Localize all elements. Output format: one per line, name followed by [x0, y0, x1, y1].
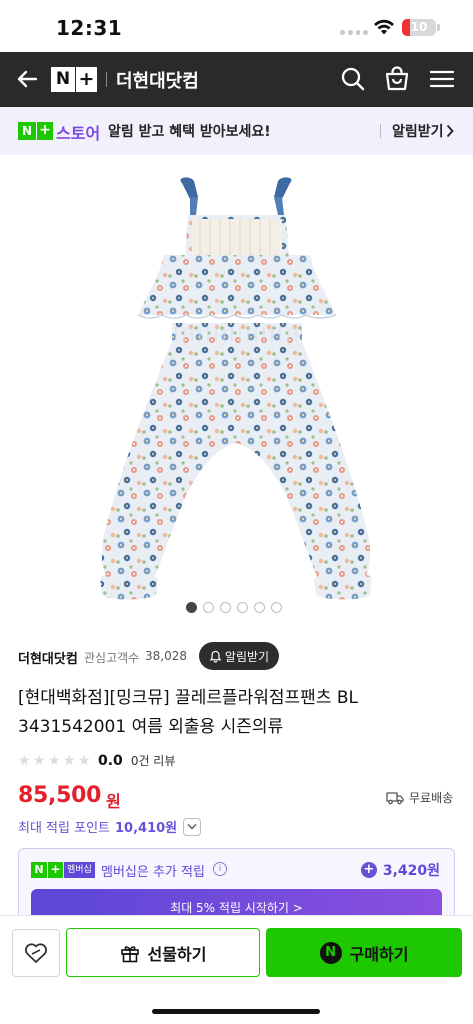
battery-tip — [437, 24, 440, 31]
shopping-bag-icon[interactable] — [382, 64, 412, 94]
home-indicator[interactable] — [152, 1009, 320, 1014]
menu-icon[interactable] — [427, 64, 457, 94]
carousel-indicator — [186, 602, 282, 613]
shipping-label: 무료배송 — [409, 791, 454, 805]
truck-icon — [386, 791, 404, 804]
banner-store-label: 스토어 — [56, 124, 101, 143]
back-arrow-icon[interactable] — [12, 64, 42, 94]
points-row[interactable]: 최대 적립 포인트 10,410원 — [18, 817, 202, 836]
star-icon: ★ — [33, 752, 46, 769]
gift-icon — [120, 945, 139, 962]
carousel-dot-5[interactable] — [254, 602, 265, 613]
carousel-dot-4[interactable] — [237, 602, 248, 613]
chevron-down-icon — [187, 824, 197, 830]
star-icon: ★ — [18, 752, 31, 769]
seller-fans-label: 관심고객수 — [84, 651, 140, 665]
membership-amount: + 3,420원 — [360, 860, 440, 880]
points-expand-button[interactable] — [183, 817, 202, 836]
signal-icon — [340, 29, 368, 35]
gift-button[interactable]: 선물하기 — [66, 928, 260, 977]
wifi-icon — [374, 19, 394, 35]
badge-plus: + — [37, 122, 53, 140]
bottom-action-bar: 선물하기 N 구매하기 — [0, 915, 473, 1024]
seller-alarm-button[interactable]: 알림받기 — [199, 642, 279, 670]
review-count[interactable]: 0건 리뷰 — [131, 752, 176, 769]
membership-amount-value: 3,420원 — [382, 863, 440, 879]
membership-badge-plus: + — [48, 862, 63, 878]
buy-button[interactable]: N 구매하기 — [266, 928, 462, 977]
logo-n: N — [51, 67, 75, 92]
rating-value: 0.0 — [98, 752, 123, 769]
price-unit: 원 — [106, 792, 121, 811]
banner-text: 알림 받고 혜택 받아보세요! — [108, 124, 271, 140]
wishlist-button[interactable] — [12, 929, 60, 977]
seller-fans-count: 38,028 — [145, 649, 187, 663]
product-image[interactable] — [90, 175, 390, 615]
info-icon[interactable]: i — [213, 862, 227, 876]
banner-divider — [380, 124, 381, 138]
status-bar: 12:31 10 — [0, 0, 473, 52]
star-icon: ★ — [63, 752, 76, 769]
chevron-right-icon — [446, 124, 454, 138]
carousel-dot-2[interactable] — [203, 602, 214, 613]
membership-badge-text: 멤버십 — [64, 862, 95, 878]
naver-plus-logo[interactable]: N + — [51, 67, 97, 92]
alarm-banner[interactable]: N + 스토어 알림 받고 혜택 받아보세요! 알림받기 — [0, 107, 473, 155]
bell-icon — [209, 650, 222, 663]
battery-icon: 10 — [402, 19, 436, 36]
product-title-line-1: [현대백화점][밍크뮤] 끌레르플라워점프팬츠 BL — [18, 688, 358, 708]
product-title-line-2: 3431542001 여름 외출용 시즌의류 — [18, 717, 284, 737]
carousel-dot-1[interactable] — [186, 602, 197, 613]
status-time: 12:31 — [56, 16, 123, 40]
shipping-info: 무료배송 — [386, 789, 453, 806]
logo-divider — [106, 72, 107, 87]
carousel-dot-3[interactable] — [220, 602, 231, 613]
naver-pay-icon: N — [319, 941, 342, 964]
app-header: N + 더현대닷컴 — [0, 52, 473, 107]
naver-plus-badge: N + — [18, 122, 53, 140]
plus-circle-icon: + — [360, 862, 377, 878]
points-value: 10,410원 — [115, 821, 178, 836]
membership-text: 멤버십은 추가 적립 — [101, 865, 205, 880]
product-title: [현대백화점][밍크뮤] 끌레르플라워점프팬츠 BL 3431542001 여름… — [18, 684, 438, 742]
product-price: 85,500 — [18, 783, 102, 808]
star-icon: ★ — [48, 752, 61, 769]
buy-label: 구매하기 — [349, 944, 409, 964]
membership-badge-n: N — [31, 862, 47, 878]
star-icon: ★ — [78, 752, 91, 769]
banner-alarm-button[interactable]: 알림받기 — [392, 121, 444, 141]
rating-row[interactable]: ★ ★ ★ ★ ★ 0.0 0건 리뷰 — [18, 752, 175, 769]
gift-label: 선물하기 — [147, 944, 207, 964]
battery-level: 10 — [410, 20, 428, 34]
points-label: 최대 적립 포인트 — [18, 821, 110, 836]
heart-icon — [25, 943, 47, 963]
store-name[interactable]: 더현대닷컴 — [116, 67, 199, 93]
logo-plus: + — [76, 67, 97, 92]
seller-alarm-label: 알림받기 — [224, 649, 270, 664]
carousel-dot-6[interactable] — [271, 602, 282, 613]
search-icon[interactable] — [338, 64, 368, 94]
badge-n: N — [18, 122, 36, 140]
membership-badge: N + 멤버십 — [31, 862, 95, 878]
seller-name[interactable]: 더현대닷컴 — [18, 648, 78, 667]
